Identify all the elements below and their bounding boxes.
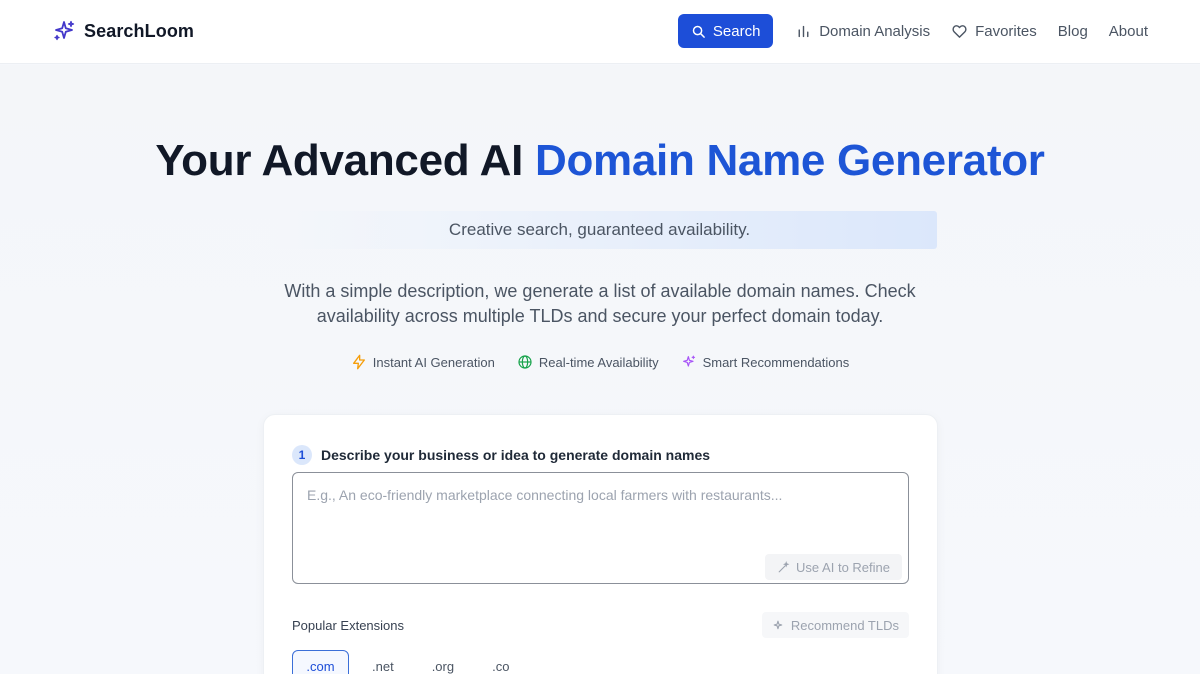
nav-favorites[interactable]: Favorites xyxy=(951,23,1037,40)
nav-domain-analysis[interactable]: Domain Analysis xyxy=(795,23,930,40)
magic-wand-icon xyxy=(778,560,790,572)
brand-name: SearchLoom xyxy=(84,20,195,41)
top-nav-bar: SearchLoom Search Domain Analysis Favori… xyxy=(0,0,1200,64)
tld-options: .com .net .org .co xyxy=(292,650,524,674)
ai-refine-label: Use AI to Refine xyxy=(796,559,890,575)
hero-description: With a simple description, we generate a… xyxy=(284,281,916,326)
feature-smart-recommendations: Smart Recommendations xyxy=(681,354,850,370)
tagline-text: Creative search, guaranteed availability… xyxy=(448,220,751,239)
search-icon xyxy=(692,25,705,38)
title-accent: Domain Name Generator xyxy=(534,136,1045,185)
feature-list: Instant AI Generation Real-time Availabi… xyxy=(0,354,1200,370)
nav-domain-analysis-label: Domain Analysis xyxy=(819,22,931,40)
tagline: Creative search, guaranteed availability… xyxy=(262,211,937,249)
feature-label: Real-time Availability xyxy=(538,354,659,370)
main-nav: Search Domain Analysis Favorites Blog Ab… xyxy=(678,14,1148,48)
page-title: Your Advanced AI Domain Name Generator xyxy=(0,136,1200,186)
feature-instant-ai: Instant AI Generation xyxy=(351,354,495,370)
tld-option-co[interactable]: .co xyxy=(477,650,524,674)
sparkle-icon xyxy=(54,20,75,41)
feature-realtime-availability: Real-time Availability xyxy=(517,354,659,370)
nav-about-label: About xyxy=(1108,22,1148,40)
globe-icon xyxy=(518,355,532,369)
generator-card: 1 Describe your business or idea to gene… xyxy=(263,414,938,674)
feature-label: Smart Recommendations xyxy=(702,354,850,370)
business-description-input[interactable]: E.g., An eco-friendly marketplace connec… xyxy=(292,472,909,584)
description-placeholder: E.g., An eco-friendly marketplace connec… xyxy=(307,487,783,503)
tld-option-net[interactable]: .net xyxy=(357,650,409,674)
sparkle-icon xyxy=(773,620,783,629)
search-nav-label: Search xyxy=(712,22,761,40)
brand-logo[interactable]: SearchLoom xyxy=(52,19,194,43)
search-nav-button[interactable]: Search xyxy=(678,14,774,48)
title-main: Your Advanced AI xyxy=(155,136,524,185)
popular-extensions-label: Popular Extensions xyxy=(292,618,405,633)
nav-about[interactable]: About xyxy=(1109,23,1148,40)
feature-label: Instant AI Generation xyxy=(372,354,495,370)
heart-icon xyxy=(952,24,967,38)
step-number-badge: 1 xyxy=(292,445,312,465)
bar-chart-icon xyxy=(798,25,809,37)
lightning-icon xyxy=(352,354,365,370)
nav-blog-label: Blog xyxy=(1057,22,1088,40)
ai-refine-button[interactable]: Use AI to Refine xyxy=(765,554,902,580)
recommend-tlds-label: Recommend TLDs xyxy=(790,617,899,633)
step-label: Describe your business or idea to genera… xyxy=(321,447,711,463)
recommend-tlds-button[interactable]: Recommend TLDs xyxy=(761,612,909,638)
sparkle-icon xyxy=(682,355,695,367)
tld-option-com[interactable]: .com xyxy=(292,650,349,674)
nav-blog[interactable]: Blog xyxy=(1058,23,1088,40)
tld-option-org[interactable]: .org xyxy=(417,650,469,674)
step-header: 1 Describe your business or idea to gene… xyxy=(292,445,710,465)
nav-favorites-label: Favorites xyxy=(975,22,1037,40)
